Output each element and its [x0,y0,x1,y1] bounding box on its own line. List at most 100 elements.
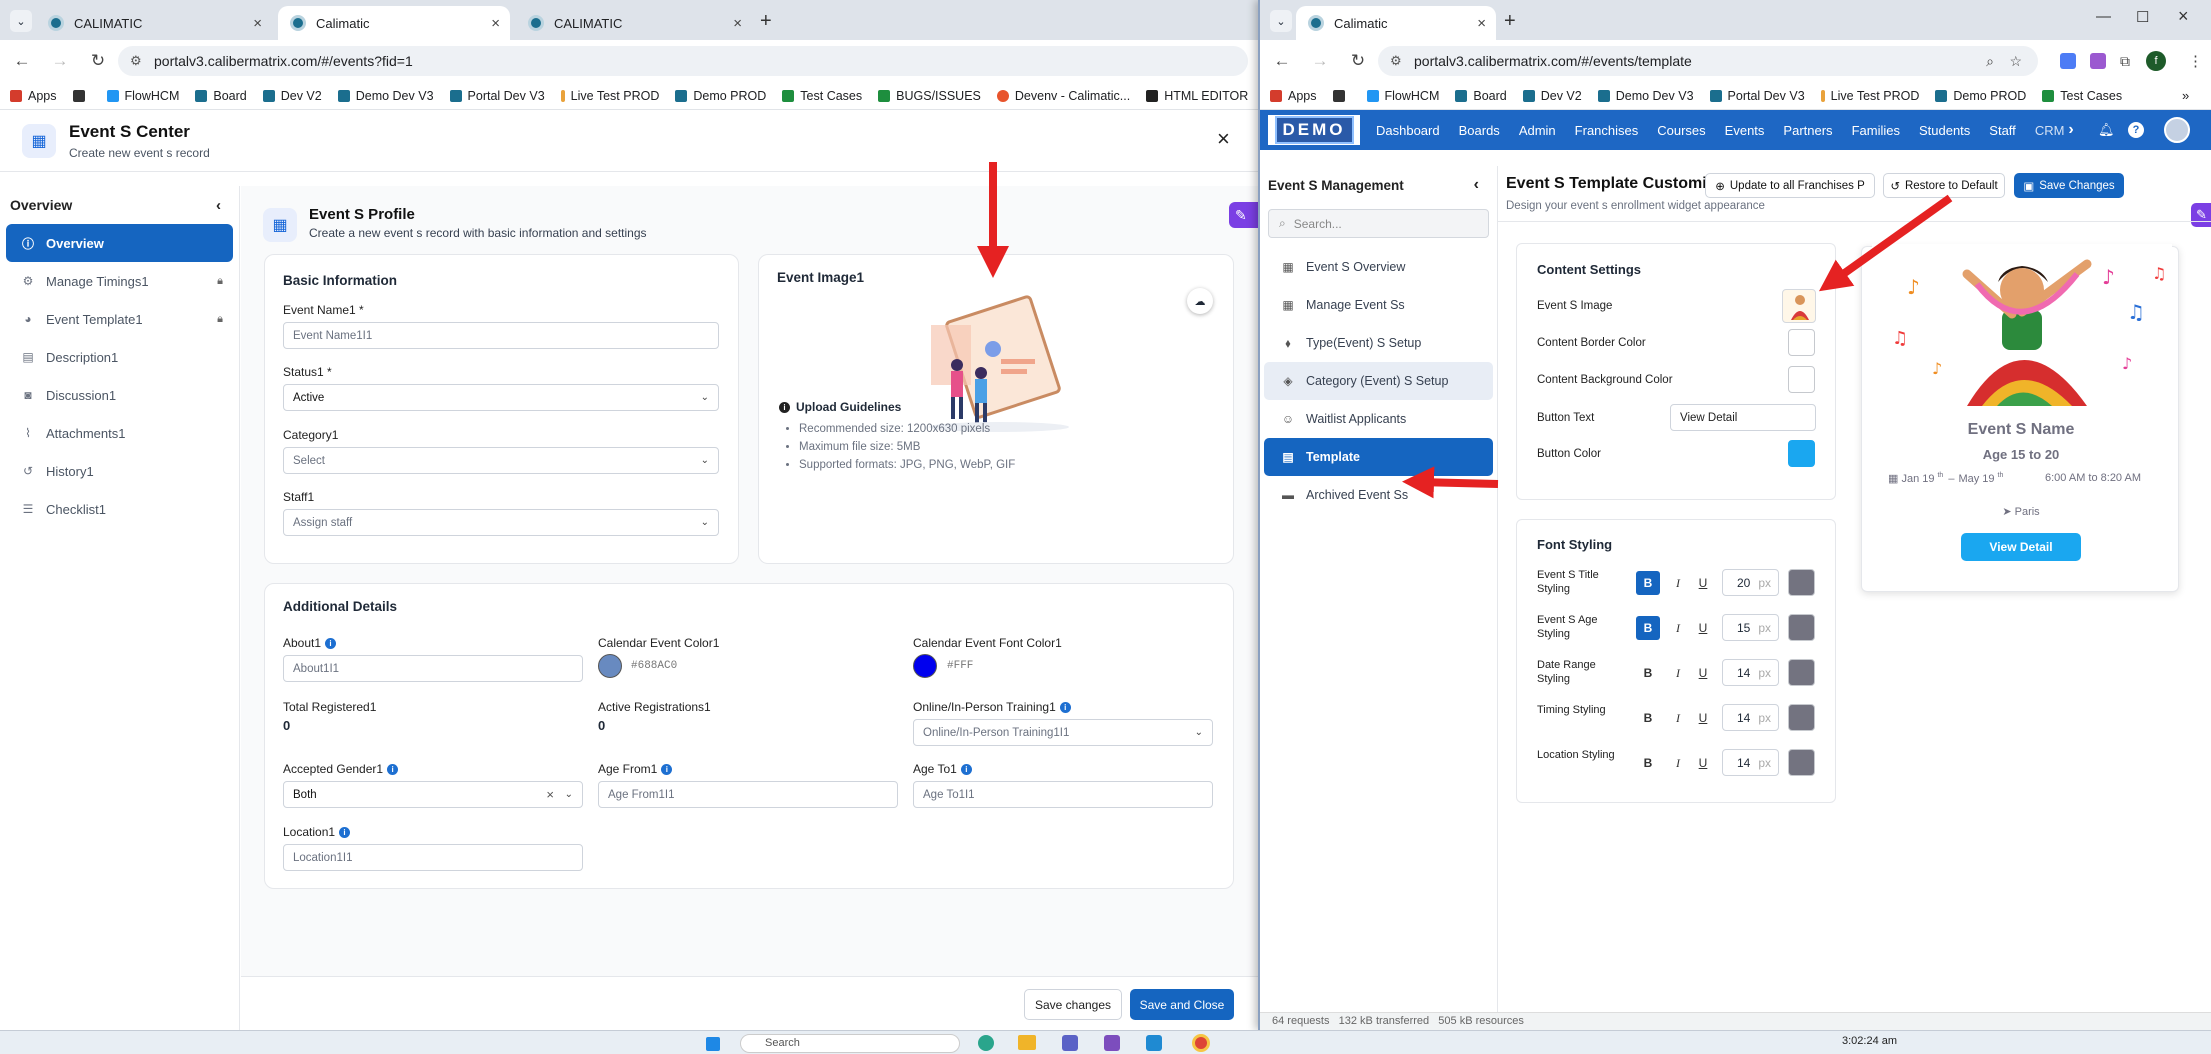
date-range-color-swatch[interactable] [1788,659,1815,686]
date-range-size-input[interactable]: 14 px [1722,659,1779,686]
close-modal-icon[interactable]: × [1217,126,1230,152]
background-color-swatch[interactable] [1788,366,1815,393]
clear-icon[interactable]: × [546,787,554,802]
bold-toggle[interactable]: B [1636,751,1660,775]
collapse-icon[interactable]: ‹ [1474,176,1479,194]
update-all-franchises-button[interactable]: ⊕ Update to all Franchises P [1705,173,1875,198]
title-color-swatch[interactable] [1788,569,1815,596]
italic-toggle[interactable]: I [1666,751,1690,775]
minimize-icon[interactable]: — [2096,8,2111,25]
forward-icon[interactable]: → [44,51,76,71]
site-info-icon[interactable]: ⚙ [130,53,142,69]
sidebar-item-overview[interactable]: ⓘ Overview [6,224,233,262]
bookmark-demodevv3[interactable]: Demo Dev V3 [1597,89,1694,103]
puzzle-icon[interactable]: ⧉ [2120,53,2130,70]
italic-toggle[interactable]: I [1666,616,1690,640]
bookmark-portaldevv3[interactable]: Portal Dev V3 [1709,89,1805,103]
collapse-icon[interactable]: ‹ [216,197,221,214]
nav-crm[interactable]: CRM [2035,123,2065,138]
bookmark-htmleditor[interactable]: HTML EDITOR [1146,89,1248,103]
help-icon[interactable]: ? [2128,122,2144,138]
sidebar-item-manage-timings[interactable]: ⚙ Manage Timings1 🔒︎ [6,262,233,300]
staff-select[interactable]: Assign staff ⌄ [283,509,719,536]
nav-dashboard[interactable]: Dashboard [1376,123,1440,138]
close-tab-icon[interactable]: × [1477,15,1486,32]
bookmark-devv2[interactable]: Dev V2 [262,89,322,103]
profile-avatar[interactable]: f [2146,51,2166,71]
age-size-input[interactable]: 15 px [1722,614,1779,641]
category-select[interactable]: Select ⌄ [283,447,719,474]
italic-toggle[interactable]: I [1666,571,1690,595]
bookmark-grid[interactable] [1332,89,1351,102]
management-search-input[interactable]: ⌕ Search... [1268,209,1489,238]
extension-icon[interactable] [2090,53,2106,69]
edge-icon[interactable] [978,1035,994,1051]
forward-icon[interactable]: → [1304,51,1336,71]
underline-toggle[interactable]: U [1691,751,1715,775]
edit-icon[interactable]: ✎ [2191,203,2211,227]
bookmark-livetestprod[interactable]: Live Test PROD [560,89,659,103]
underline-toggle[interactable]: U [1691,571,1715,595]
edit-icon[interactable]: ✎ [1229,202,1258,228]
browser-tab-2[interactable]: Calimatic × [278,6,510,40]
sidebar-item-manage-events[interactable]: ▦ Manage Event Ss [1264,286,1493,324]
chrome-icon[interactable] [1192,1034,1210,1052]
age-to-input[interactable]: Age To1I1 [913,781,1213,808]
bookmark-board[interactable]: Board [1455,89,1507,103]
bookmark-board[interactable]: Board [195,89,247,103]
bold-toggle[interactable]: B [1636,661,1660,685]
bookmark-devv2[interactable]: Dev V2 [1522,89,1582,103]
timing-size-input[interactable]: 14 px [1722,704,1779,731]
url-field[interactable]: ⚙ portalv3.calibermatrix.com/#/events?fid… [118,46,1248,76]
nav-families[interactable]: Families [1852,123,1900,138]
bold-toggle[interactable]: B [1636,616,1660,640]
sidebar-item-attachments[interactable]: ⌇ Attachments1 [6,414,233,452]
sidebar-item-checklist[interactable]: ☰ Checklist1 [6,490,233,528]
bookmark-portaldevv3[interactable]: Portal Dev V3 [449,89,545,103]
new-tab-icon[interactable]: + [760,10,772,33]
sidebar-item-history[interactable]: ↺ History1 [6,452,233,490]
sidebar-item-category-setup[interactable]: ◈ Category (Event) S Setup [1264,362,1493,400]
event-name-input[interactable]: Event Name1I1 [283,322,719,349]
bookmark-testcases[interactable]: Test Cases [782,89,862,103]
bookmark-apps[interactable]: Apps [10,89,57,103]
close-window-icon[interactable]: × [2178,6,2189,27]
nav-courses[interactable]: Courses [1657,123,1705,138]
browser-tab-1[interactable]: CALIMATIC × [36,6,272,40]
upload-cloud-icon[interactable]: ☁ [1187,288,1213,314]
training-select[interactable]: Online/In-Person Training1I1 ⌄ [913,719,1213,746]
back-icon[interactable]: ← [1266,51,1298,71]
zoom-icon[interactable]: ⌕ [1986,53,1994,70]
location-size-input[interactable]: 14 px [1722,749,1779,776]
close-tab-icon[interactable]: × [733,15,742,32]
extension-icon[interactable] [2060,53,2076,69]
taskbar-search-input[interactable]: Search [740,1034,960,1053]
sidebar-item-event-template[interactable]: ◕ Event Template1 🔒︎ [6,300,233,338]
nav-staff[interactable]: Staff [1989,123,2016,138]
bookmark-bugs[interactable]: BUGS/ISSUES [878,89,981,103]
teams-icon[interactable] [1062,1035,1078,1051]
demo-logo[interactable]: DEMO [1266,113,1362,147]
sidebar-item-event-overview[interactable]: ▦ Event S Overview [1264,248,1493,286]
nav-partners[interactable]: Partners [1783,123,1832,138]
event-image-thumbnail[interactable] [1782,289,1816,323]
visual-studio-icon[interactable] [1104,1035,1120,1051]
close-tab-icon[interactable]: × [491,15,500,32]
save-changes-button[interactable]: ▣ Save Changes [2014,173,2124,198]
back-icon[interactable]: ← [6,51,38,71]
underline-toggle[interactable]: U [1691,661,1715,685]
bold-toggle[interactable]: B [1636,706,1660,730]
sidebar-item-archived[interactable]: ▬ Archived Event Ss [1264,476,1493,514]
nav-admin[interactable]: Admin [1519,123,1556,138]
underline-toggle[interactable]: U [1691,616,1715,640]
calendar-font-color-swatch[interactable] [913,654,937,678]
button-color-swatch[interactable] [1788,440,1815,467]
nav-students[interactable]: Students [1919,123,1970,138]
nav-events[interactable]: Events [1725,123,1765,138]
bookmark-grid[interactable] [72,89,91,102]
star-icon[interactable]: ☆ [2009,53,2022,70]
menu-dots-icon[interactable]: ⋮ [2188,52,2203,70]
sidebar-item-discussion[interactable]: ◙ Discussion1 [6,376,233,414]
bookmark-livetestprod[interactable]: Live Test PROD [1820,89,1919,103]
user-avatar[interactable] [2164,117,2190,143]
